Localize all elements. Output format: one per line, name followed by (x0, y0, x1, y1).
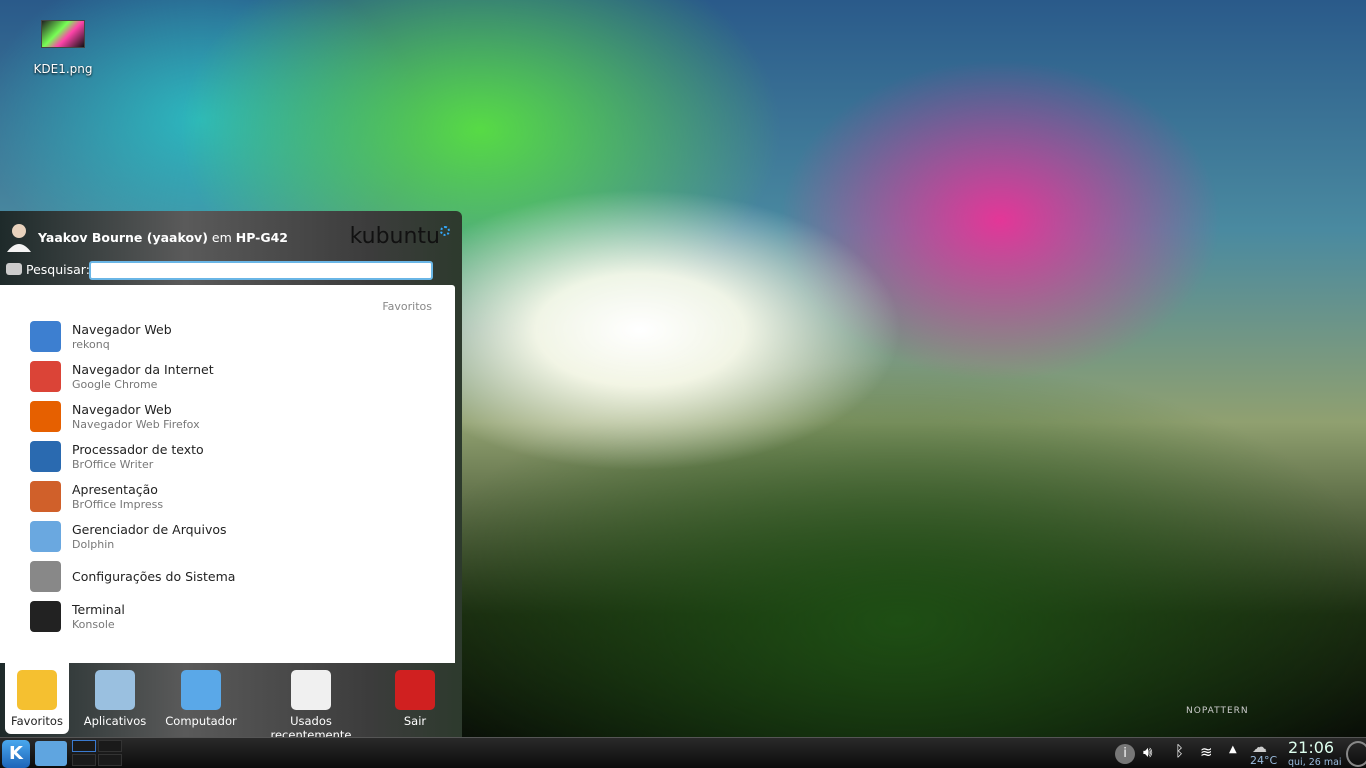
item-title: Terminal (72, 602, 125, 617)
desktop-icon-kde1[interactable]: KDE1.png (28, 20, 98, 76)
item-title: Navegador Web (72, 322, 172, 337)
settings-icon (30, 561, 61, 592)
user-info: Yaakov Bourne (yaakov) em HP-G42 (38, 230, 288, 245)
menu-item[interactable]: Navegador da Internet Google Chrome (30, 359, 430, 399)
item-subtitle: Navegador Web Firefox (72, 418, 200, 431)
search-label: Pesquisar: (26, 262, 90, 277)
bluetooth-icon[interactable]: ᛒ (1175, 742, 1184, 760)
wifi-icon[interactable]: ≋ (1200, 743, 1213, 761)
tab-label: Computador (165, 714, 237, 728)
computer-icon (181, 670, 221, 710)
item-title: Processador de texto (72, 442, 204, 457)
menu-item[interactable]: Configurações do Sistema (30, 559, 430, 599)
item-title: Gerenciador de Arquivos (72, 522, 227, 537)
info-icon[interactable]: i (1115, 744, 1135, 764)
item-subtitle: Google Chrome (72, 378, 158, 391)
chrome-icon (30, 361, 61, 392)
item-subtitle: BrOffice Writer (72, 458, 154, 471)
tab-aplicativos[interactable]: Aplicativos (75, 662, 155, 734)
cashew-icon[interactable] (1346, 741, 1366, 767)
menu-item[interactable]: Navegador Web rekonq (30, 319, 430, 359)
desktop-pager-3[interactable] (72, 754, 96, 766)
item-subtitle: Konsole (72, 618, 115, 631)
recent-icon (291, 670, 331, 710)
menu-item[interactable]: Terminal Konsole (30, 599, 430, 639)
application-launcher-menu: Yaakov Bourne (yaakov) em HP-G42 kubuntu… (0, 211, 462, 742)
desktop-pager-4[interactable] (98, 754, 122, 766)
volume-icon[interactable]: 🔊︎ (1143, 743, 1152, 761)
item-subtitle: BrOffice Impress (72, 498, 164, 511)
taskbar: K i 🔊︎ ᛒ ≋ ▲ ☁ 24°C 21:06 qui, 26 mai (0, 737, 1366, 768)
tab-computador[interactable]: Computador (162, 662, 240, 734)
menu-item[interactable]: Navegador Web Navegador Web Firefox (30, 399, 430, 439)
writer-icon (30, 441, 61, 472)
power-icon (395, 670, 435, 710)
tab-label: Sair (403, 714, 427, 728)
desktop-pager-1[interactable] (72, 740, 96, 752)
firefox-icon (30, 401, 61, 432)
item-title: Navegador Web (72, 402, 172, 417)
wallpaper-watermark: NOPATTERN (1186, 706, 1249, 716)
item-subtitle: Dolphin (72, 538, 115, 551)
impress-icon (30, 481, 61, 512)
item-title: Navegador da Internet (72, 362, 214, 377)
item-title: Apresentação (72, 482, 158, 497)
applications-icon (95, 670, 135, 710)
item-subtitle: rekonq (72, 338, 110, 351)
tray-expand-icon[interactable]: ▲ (1229, 744, 1237, 755)
kickoff-menu-button[interactable]: K (2, 740, 30, 768)
folder-view-button[interactable] (35, 741, 67, 766)
desktop-pager-2[interactable] (98, 740, 122, 752)
tab-label: Favoritos (11, 714, 63, 728)
binoculars-icon (6, 263, 22, 275)
tab-usados-recentemente[interactable]: Usados recentemente (252, 662, 370, 742)
star-icon (17, 670, 57, 710)
user-avatar (6, 222, 32, 252)
clock-time[interactable]: 21:06 (1288, 738, 1334, 757)
menu-item[interactable]: Apresentação BrOffice Impress (30, 479, 430, 519)
menu-item[interactable]: Processador de texto BrOffice Writer (30, 439, 430, 479)
kubuntu-logo-icon (440, 226, 450, 236)
menu-item[interactable]: Gerenciador de Arquivos Dolphin (30, 519, 430, 559)
image-thumbnail-icon (41, 20, 85, 48)
dolphin-icon (30, 521, 61, 552)
section-title: Favoritos (382, 300, 432, 313)
terminal-icon (30, 601, 61, 632)
clock-date[interactable]: qui, 26 mai (1288, 757, 1342, 768)
item-title: Configurações do Sistema (72, 569, 236, 584)
kubuntu-logo: kubuntu (349, 224, 440, 249)
tab-sair[interactable]: Sair (384, 662, 446, 734)
search-input[interactable] (89, 261, 433, 280)
weather-temperature[interactable]: 24°C (1250, 754, 1277, 767)
tab-favoritos[interactable]: Favoritos (5, 662, 69, 734)
launcher-tabs: Favoritos Aplicativos Computador Usados rec… (0, 662, 455, 742)
favorites-list: Favoritos Navegador Web rekonq Navegador d… (0, 285, 455, 663)
rekonq-icon (30, 321, 61, 352)
tab-label: Aplicativos (83, 714, 147, 728)
desktop-icon-label: KDE1.png (33, 62, 93, 76)
